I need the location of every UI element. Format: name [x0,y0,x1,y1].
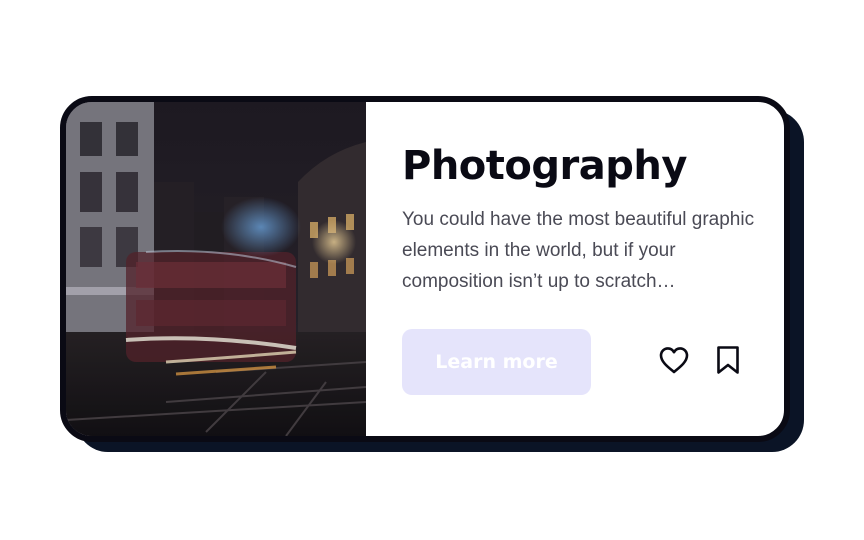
street-photo-illustration [66,102,366,436]
card-description: You could have the most beautiful graphi… [402,209,755,292]
card-photo [66,102,366,436]
page: Photography You could have the most beau… [0,0,864,540]
card-title: Photography [402,143,687,189]
save-button[interactable] [710,344,746,380]
card-actions: Learn more [402,329,748,395]
card-content: Photography You could have the most beau… [366,102,784,436]
favorite-button[interactable] [656,344,692,380]
learn-more-button[interactable]: Learn more [402,329,591,395]
heart-icon [658,345,690,380]
photography-card: Photography You could have the most beau… [60,96,790,442]
bookmark-icon [715,345,741,380]
